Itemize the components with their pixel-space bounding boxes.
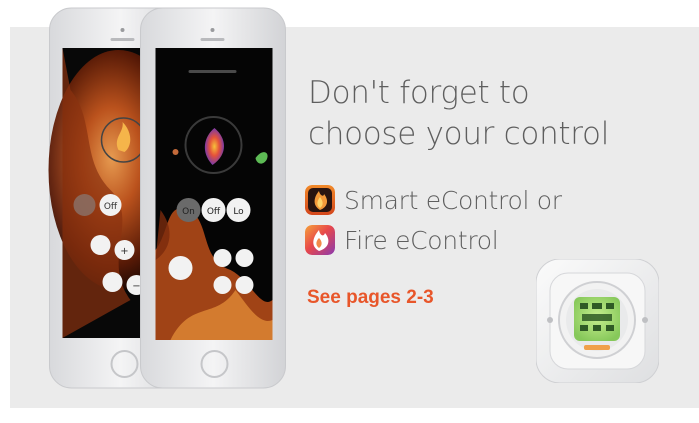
fire-econtrol-app-icon <box>305 225 335 255</box>
fire-econtrol-label: Fire eControl <box>344 225 499 255</box>
back-phone-plus-label: + <box>120 246 128 257</box>
front-phone-lo-label: Lo <box>233 207 244 217</box>
headline: Don't forget to choose your control <box>308 73 688 155</box>
fire-econtrol-row[interactable]: Fire eControl <box>305 223 499 257</box>
headline-line-2: choose your control <box>308 116 610 152</box>
phone-front: On Off Lo <box>140 7 286 389</box>
front-phone-off-label: Off <box>207 207 221 217</box>
back-phone-minus-label: − <box>132 281 140 292</box>
front-phone-on-label: On <box>182 207 195 217</box>
smart-econtrol-label: Smart eControl or <box>344 185 562 215</box>
smart-econtrol-row[interactable]: Smart eControl or <box>305 183 562 217</box>
smart-econtrol-app-icon <box>305 185 335 215</box>
headline-line-1: Don't forget to <box>308 75 530 111</box>
see-pages-link[interactable]: See pages 2-3 <box>307 287 434 309</box>
thermostat-image <box>536 259 659 383</box>
back-phone-off-label: Off <box>104 202 118 212</box>
